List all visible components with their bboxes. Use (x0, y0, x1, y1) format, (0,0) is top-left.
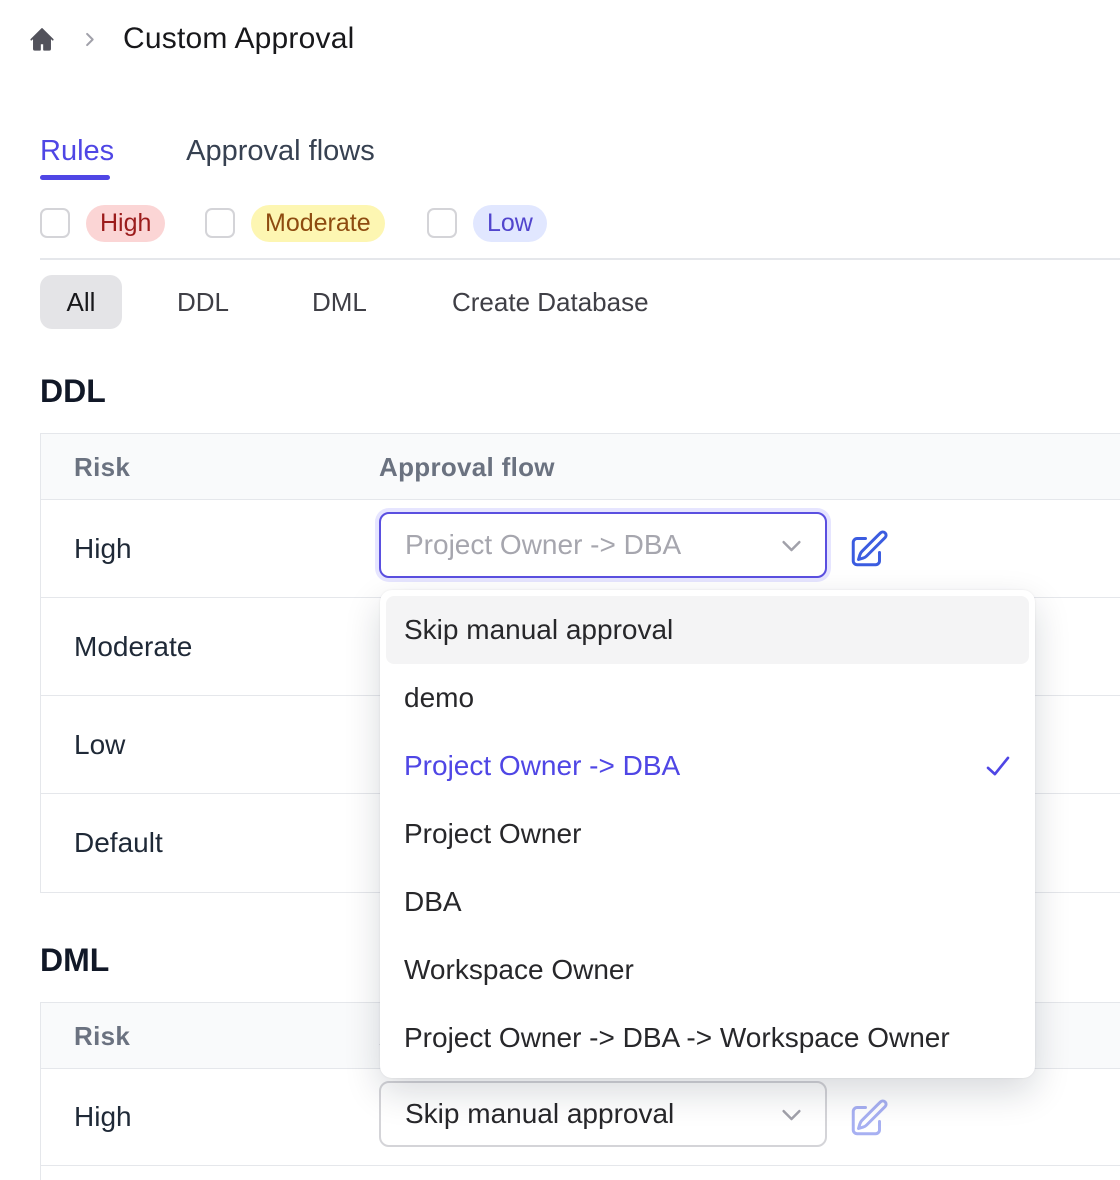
breadcrumb: Custom Approval (28, 22, 354, 56)
category-filter-row: All DDL DML Create Database (0, 275, 1120, 329)
dropdown-option-demo[interactable]: demo (386, 664, 1029, 732)
ddl-section-heading: DDL (40, 371, 106, 411)
dropdown-option-workspace-owner[interactable]: Workspace Owner (386, 936, 1029, 1004)
low-risk-checkbox[interactable] (427, 208, 457, 238)
low-risk-badge: Low (473, 205, 547, 242)
home-icon[interactable] (28, 25, 56, 53)
dropdown-option-project-owner-dba[interactable]: Project Owner -> DBA (386, 732, 1029, 800)
select-value: Skip manual approval (405, 1098, 674, 1130)
table-row-ddl-high: High Project Owner -> DBA (41, 500, 1120, 598)
dropdown-option-project-owner-dba-workspace-owner[interactable]: Project Owner -> DBA -> Workspace Owner (386, 1004, 1029, 1072)
tab-approval-flows[interactable]: Approval flows (186, 134, 375, 168)
risk-label: High (74, 1069, 132, 1165)
table-row-dml-partial (41, 1166, 1120, 1180)
page-title: Custom Approval (123, 22, 354, 56)
dml-section-heading: DML (40, 940, 109, 980)
pencil-square-icon (848, 528, 890, 570)
category-filter-dml[interactable]: DML (312, 275, 367, 329)
active-tab-indicator (40, 175, 110, 180)
risk-label: Default (74, 794, 163, 892)
table-row-dml-high: High Skip manual approval (41, 1069, 1120, 1166)
dropdown-option-project-owner[interactable]: Project Owner (386, 800, 1029, 868)
tab-rules[interactable]: Rules (40, 134, 114, 168)
custom-approval-page: Custom Approval Rules Approval flows Hig… (0, 0, 1120, 1180)
risk-filter-high[interactable]: High (40, 204, 165, 242)
moderate-risk-checkbox[interactable] (205, 208, 235, 238)
chevron-down-icon (778, 1101, 805, 1128)
risk-label: High (74, 500, 132, 597)
risk-filter-moderate[interactable]: Moderate (205, 204, 385, 242)
risk-label: Moderate (74, 598, 192, 695)
chevron-down-icon (778, 532, 805, 559)
edit-approval-flow-button-ddl-high[interactable] (848, 528, 890, 570)
category-filter-ddl[interactable]: DDL (177, 275, 229, 329)
dropdown-option-label: Project Owner -> DBA (404, 750, 680, 782)
edit-approval-flow-button-dml-high[interactable] (848, 1097, 890, 1139)
high-risk-checkbox[interactable] (40, 208, 70, 238)
tab-bar: Rules Approval flows (40, 134, 375, 168)
moderate-risk-badge: Moderate (251, 205, 385, 242)
ddl-table-header: Risk Approval flow (41, 434, 1120, 500)
risk-filter-low[interactable]: Low (427, 204, 547, 242)
column-header-approval-flow: Approval flow (379, 434, 555, 500)
pencil-square-icon (848, 1097, 890, 1139)
category-filter-all[interactable]: All (40, 275, 122, 329)
divider (40, 258, 1120, 260)
category-filter-create-database[interactable]: Create Database (452, 275, 649, 329)
approval-flow-select-ddl-high[interactable]: Project Owner -> DBA (379, 512, 827, 578)
chevron-right-icon (80, 30, 99, 49)
dropdown-option-dba[interactable]: DBA (386, 868, 1029, 936)
column-header-risk: Risk (74, 1003, 130, 1069)
select-value: Project Owner -> DBA (405, 529, 681, 561)
risk-label: Low (74, 696, 125, 793)
high-risk-badge: High (86, 205, 165, 242)
approval-flow-dropdown: Skip manual approval demo Project Owner … (380, 590, 1035, 1078)
risk-filter-row: High Moderate Low (0, 204, 1120, 242)
dropdown-option-skip-manual-approval[interactable]: Skip manual approval (386, 596, 1029, 664)
check-icon (983, 751, 1013, 781)
approval-flow-select-dml-high[interactable]: Skip manual approval (379, 1081, 827, 1147)
column-header-risk: Risk (74, 434, 130, 500)
